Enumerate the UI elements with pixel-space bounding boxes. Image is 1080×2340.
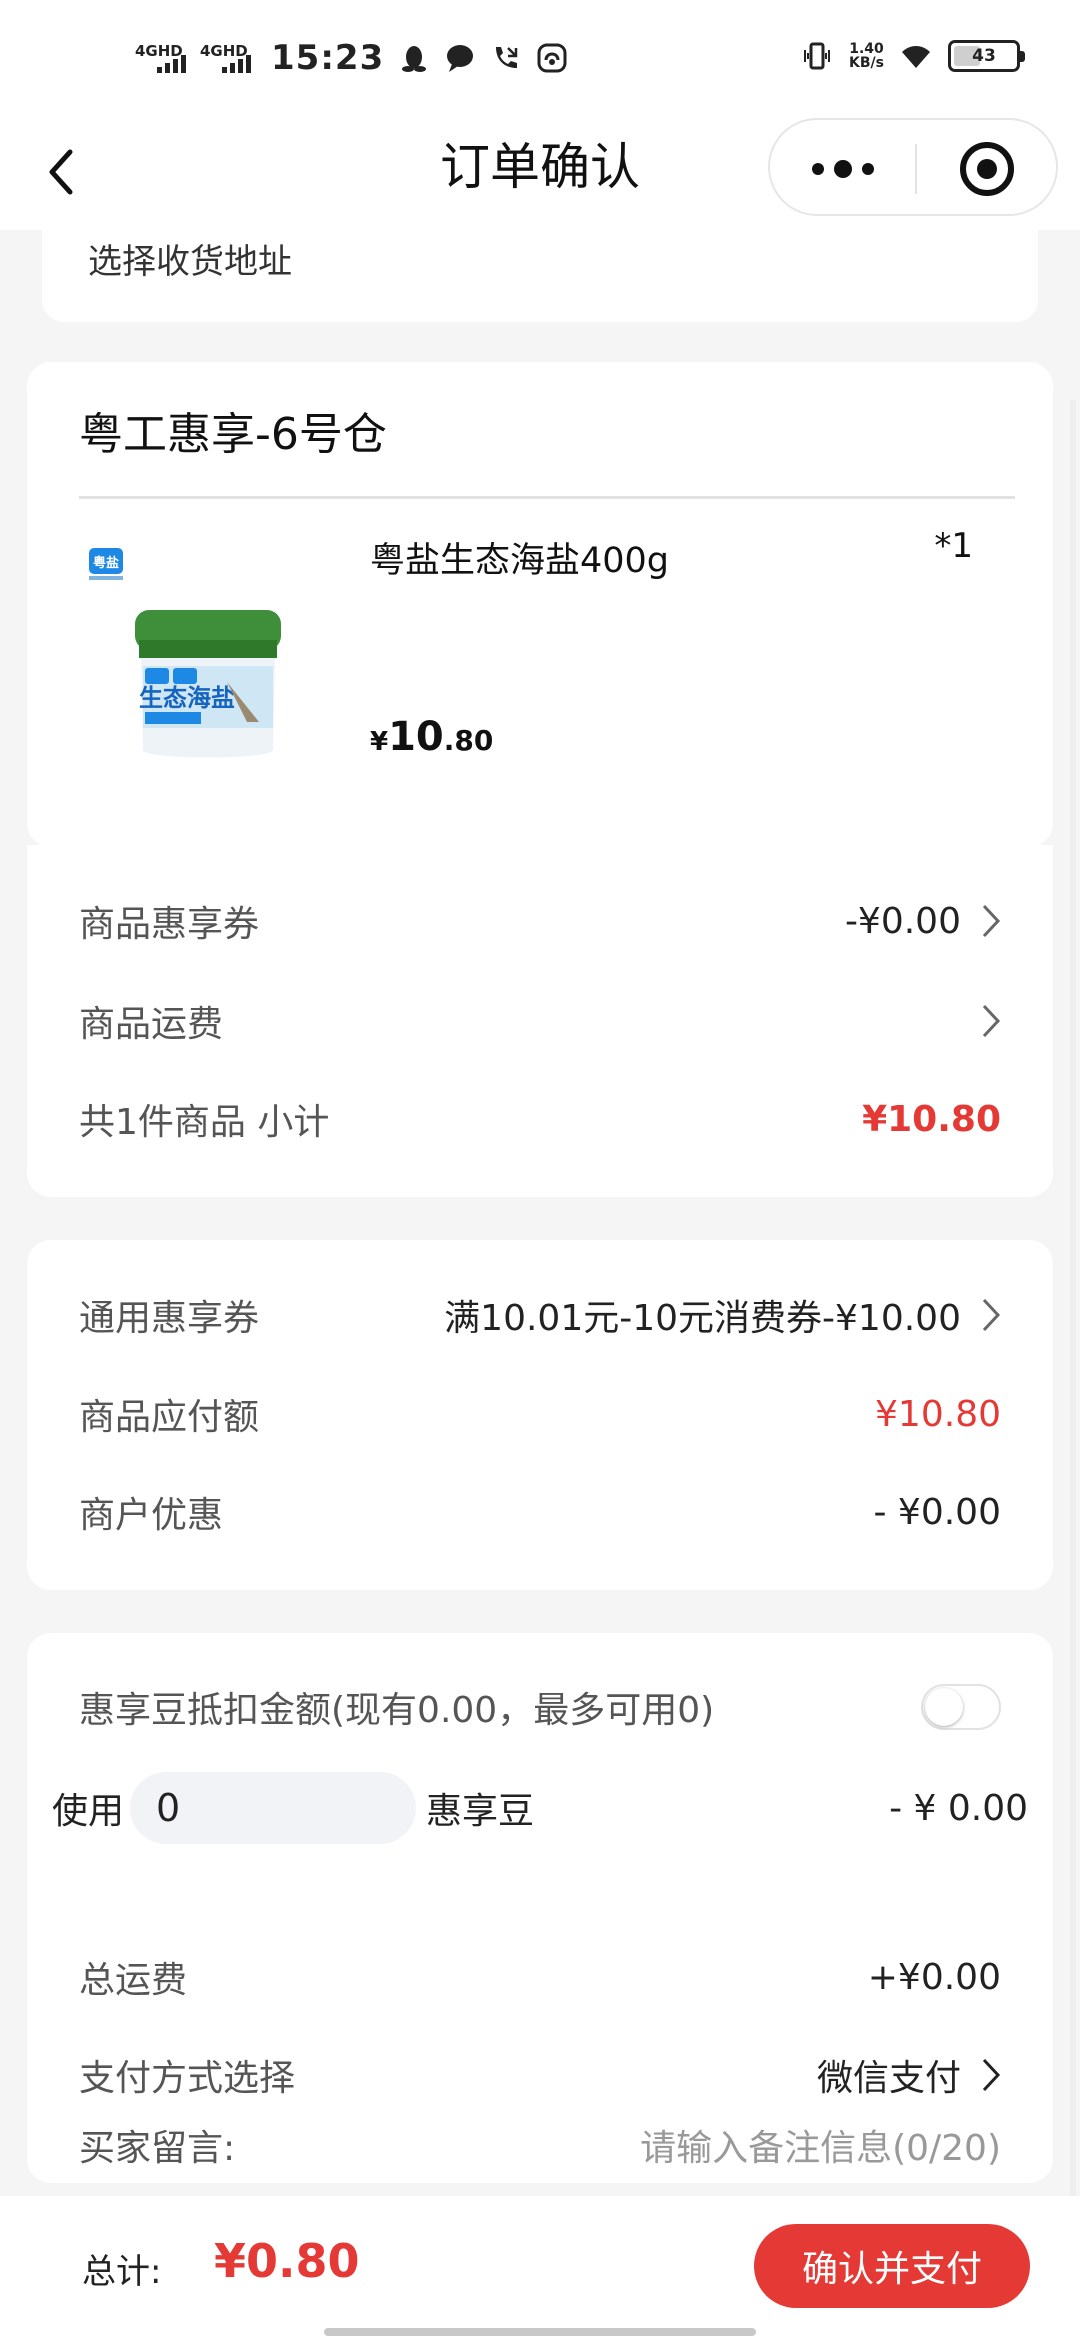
- product-shipping-row[interactable]: 商品运费: [79, 991, 1001, 1051]
- subtotal-label: 共1件商品 小计: [79, 1102, 330, 1143]
- product-image-brand: 粤盐: [93, 555, 119, 571]
- product-price: ¥10.80: [370, 714, 493, 760]
- home-indicator[interactable]: [324, 2328, 756, 2336]
- payable-row: 商品应付额 ¥10.80: [79, 1384, 1001, 1444]
- price-currency: ¥: [370, 727, 389, 757]
- beans-toggle[interactable]: [921, 1684, 1001, 1730]
- beans-deduction-value: - ¥ 0.00: [889, 1787, 1028, 1829]
- general-coupon-value: 满10.01元-10元消费券-¥10.00: [444, 1298, 961, 1339]
- chevron-right-icon: [982, 1298, 1001, 1332]
- price-decimal: .80: [443, 724, 494, 757]
- chevron-right-icon: [982, 2058, 1001, 2092]
- signal-icon: 4GHD: [135, 43, 186, 73]
- navigation-bar: 订单确认: [0, 112, 1080, 230]
- more-options-icon[interactable]: [808, 154, 878, 184]
- vibrate-icon: [804, 42, 831, 70]
- scrollbar[interactable]: [1070, 400, 1076, 2200]
- merchant-discount-value: - ¥0.00: [873, 1491, 1002, 1533]
- checkout-bar: 总计: ¥0.80 确认并支付: [0, 2196, 1080, 2340]
- divider: [79, 496, 1015, 499]
- product-coupon-label: 商品惠享券: [79, 904, 260, 945]
- payment-card: 惠享豆抵扣金额(现有0.00，最多可用0) 总运费 +¥0.00 支付方式选择 …: [27, 1633, 1053, 2183]
- product-quantity: *1: [934, 526, 973, 566]
- subtotal-value: ¥10.80: [862, 1098, 1001, 1140]
- total-shipping-value: +¥0.00: [867, 1956, 1001, 1998]
- total-shipping-label: 总运费: [79, 1960, 188, 2001]
- shop-name: 粤工惠享-6号仓: [79, 409, 387, 460]
- shop-card: 粤工惠享-6号仓 粤盐 生态海盐 粤盐生态海盐400g *1 ¥10.80: [27, 362, 1053, 847]
- payment-method-value: 微信支付: [816, 2058, 961, 2099]
- total-shipping-row: 总运费 +¥0.00: [79, 1947, 1001, 2007]
- network-speed: 1.40 KB/s: [849, 42, 884, 70]
- merchant-discount-row: 商户优惠 - ¥0.00: [79, 1482, 1001, 1542]
- wifi-icon: [902, 46, 930, 68]
- product-coupon-value: -¥0.00: [844, 900, 961, 942]
- address-selector[interactable]: 选择收货地址: [42, 230, 1038, 322]
- payment-method-row[interactable]: 支付方式选择 微信支付: [79, 2045, 1001, 2105]
- product-image-title: 生态海盐: [139, 684, 235, 712]
- product-shipping-label: 商品运费: [79, 1004, 224, 1045]
- buyer-message-input[interactable]: 请输入备注信息(0/20): [640, 2119, 1001, 2171]
- chevron-right-icon: [982, 1004, 1001, 1038]
- signal-icon: 4GHD: [200, 43, 251, 73]
- beans-use-row: 使用 惠享豆 - ¥ 0.00: [52, 1772, 1028, 1844]
- capsule-divider: [915, 144, 917, 194]
- product-coupon-row[interactable]: 商品惠享券 -¥0.00: [79, 891, 1001, 951]
- goods-summary-card: 商品惠享券 -¥0.00 商品运费 共1件商品 小计 ¥10.80: [27, 845, 1053, 1197]
- battery-icon: 43: [948, 40, 1025, 72]
- product-name: 粤盐生态海盐400g: [370, 541, 670, 581]
- network-speed-unit: KB/s: [849, 55, 884, 71]
- beans-label: 惠享豆抵扣金额(现有0.00，最多可用0): [79, 1690, 715, 1731]
- miniprogram-capsule: [768, 118, 1058, 216]
- close-target-icon[interactable]: [958, 140, 1016, 198]
- chat-bubble-icon: [447, 45, 474, 72]
- status-bar: 4GHD 4GHD 15:23 1.40 KB/s 43: [0, 0, 1080, 112]
- total-value: ¥0.80: [214, 2234, 360, 2288]
- chevron-right-icon: [982, 904, 1001, 938]
- beans-amount-input[interactable]: [130, 1772, 417, 1844]
- product-image[interactable]: 粤盐 生态海盐: [87, 542, 287, 772]
- payment-method-label: 支付方式选择: [79, 2058, 296, 2099]
- price-integer: 10: [388, 714, 444, 760]
- general-coupon-label: 通用惠享券: [79, 1298, 260, 1339]
- phone-missed-icon: [496, 47, 518, 68]
- use-label: 使用: [52, 1791, 125, 1832]
- network-speed-value: 1.40: [849, 41, 884, 57]
- battery-level: 43: [972, 46, 996, 66]
- beans-row: 惠享豆抵扣金额(现有0.00，最多可用0): [79, 1677, 1001, 1737]
- app-notification-icon: [537, 43, 567, 73]
- general-coupon-row[interactable]: 通用惠享券 满10.01元-10元消费券-¥10.00: [79, 1285, 1001, 1345]
- beans-unit-label: 惠享豆: [426, 1791, 535, 1832]
- address-placeholder: 选择收货地址: [88, 242, 292, 282]
- merchant-discount-label: 商户优惠: [79, 1495, 224, 1536]
- clock: 15:23: [271, 38, 385, 78]
- subtotal-row: 共1件商品 小计 ¥10.80: [79, 1089, 1001, 1149]
- payable-label: 商品应付额: [79, 1397, 260, 1438]
- buyer-message-row[interactable]: 买家留言: 请输入备注信息(0/20): [79, 2128, 1001, 2175]
- confirm-pay-button[interactable]: 确认并支付: [754, 2224, 1030, 2308]
- discounts-card: 通用惠享券 满10.01元-10元消费券-¥10.00 商品应付额 ¥10.80…: [27, 1240, 1053, 1590]
- buyer-message-label: 买家留言:: [79, 2128, 236, 2169]
- total-label: 总计:: [82, 2252, 162, 2292]
- payable-value: ¥10.80: [875, 1393, 1001, 1435]
- qq-penguin-icon: [402, 46, 427, 72]
